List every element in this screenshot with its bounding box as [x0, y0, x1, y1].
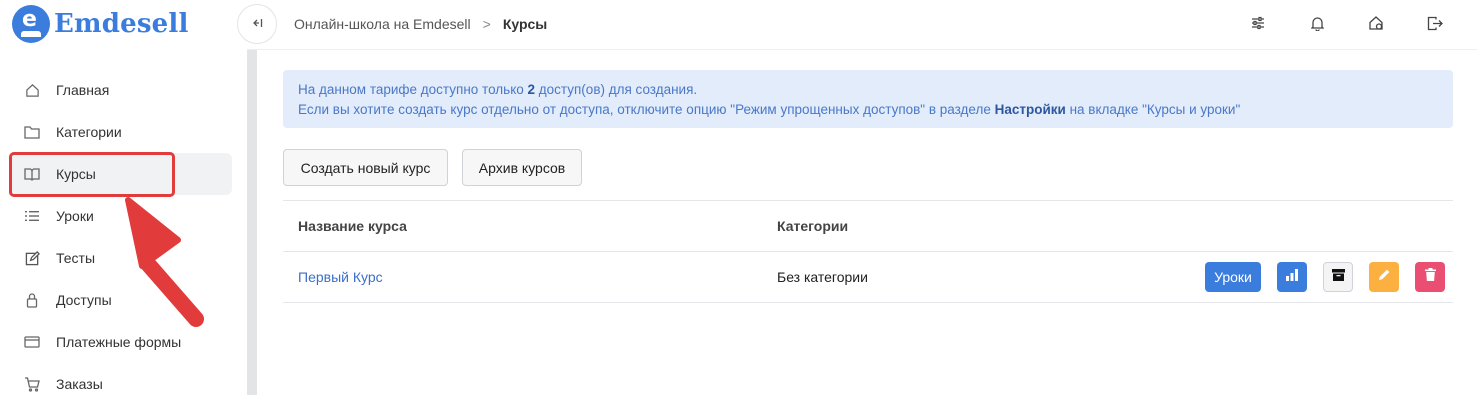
topbar-icons: [1209, 13, 1445, 33]
collapse-sidebar-button[interactable]: [237, 4, 277, 44]
table-divider: [283, 302, 1453, 303]
archive-course-button[interactable]: [1323, 262, 1353, 292]
stats-button[interactable]: [1277, 262, 1307, 292]
column-header-name: Название курса: [298, 218, 407, 234]
edit-course-button[interactable]: [1369, 262, 1399, 292]
brand-name: Emdesell: [54, 9, 189, 39]
sidebar-item-orders[interactable]: Заказы: [10, 363, 232, 395]
column-header-categories: Категории: [777, 218, 849, 234]
brand-logo[interactable]: e Emdesell: [12, 4, 189, 44]
lock-icon: [24, 292, 40, 308]
sidebar-item-label: Уроки: [56, 208, 94, 224]
alert-line-1: На данном тарифе доступно только 2 досту…: [298, 82, 698, 97]
breadcrumb-parent[interactable]: Онлайн-школа на Emdesell: [294, 16, 471, 32]
archive-box-icon: [1331, 268, 1345, 286]
alert-line-2: Если вы хотите создать курс отдельно от …: [298, 102, 1241, 117]
course-name-link[interactable]: Первый Курс: [298, 269, 383, 285]
collapse-left-icon: [251, 17, 263, 32]
breadcrumb-current: Курсы: [502, 16, 548, 32]
tariff-alert: На данном тарифе доступно только 2 досту…: [283, 70, 1453, 128]
cart-icon: [24, 376, 40, 392]
sidebar-item-label: Тесты: [56, 250, 96, 266]
annotation-arrow-icon: [125, 197, 204, 327]
list-icon: [24, 208, 40, 224]
delete-course-button[interactable]: [1415, 262, 1445, 292]
settings-sliders-icon[interactable]: [1248, 13, 1268, 33]
trash-icon: [1424, 268, 1436, 286]
table-divider: [283, 251, 1453, 252]
logout-icon[interactable]: [1425, 13, 1445, 33]
sidebar-item-label: Заказы: [56, 376, 103, 392]
folder-icon: [24, 124, 40, 140]
breadcrumb: Онлайн-школа на Emdesell > Курсы: [294, 16, 547, 32]
bar-chart-icon: [1286, 268, 1298, 286]
home-icon: [24, 82, 40, 98]
sidebar-item-label: Главная: [56, 82, 110, 98]
home-settings-icon[interactable]: [1366, 13, 1386, 33]
topbar: Онлайн-школа на Emdesell > Курсы: [237, 0, 1477, 50]
sidebar-item-categories[interactable]: Категории: [10, 111, 232, 153]
table-divider: [283, 200, 1453, 201]
logo-icon: e: [12, 5, 50, 43]
pencil-icon: [1378, 268, 1391, 286]
sidebar-item-home[interactable]: Главная: [10, 69, 232, 111]
breadcrumb-separator: >: [482, 16, 491, 32]
sidebar-scrollbar[interactable]: [247, 50, 257, 395]
course-archive-button[interactable]: Архив курсов: [462, 149, 582, 186]
course-category: Без категории: [777, 269, 868, 285]
sidebar-item-label: Доступы: [56, 292, 112, 308]
lessons-button[interactable]: Уроки: [1205, 262, 1261, 292]
annotation-highlight-box: [9, 152, 175, 197]
sidebar-item-label: Категории: [56, 124, 122, 140]
sidebar-item-label: Платежные формы: [56, 334, 182, 350]
credit-card-icon: [24, 334, 40, 350]
edit-icon: [24, 250, 40, 266]
settings-link[interactable]: Настройки: [995, 102, 1066, 117]
bell-icon[interactable]: [1307, 13, 1327, 33]
create-course-button[interactable]: Создать новый курс: [283, 149, 448, 186]
